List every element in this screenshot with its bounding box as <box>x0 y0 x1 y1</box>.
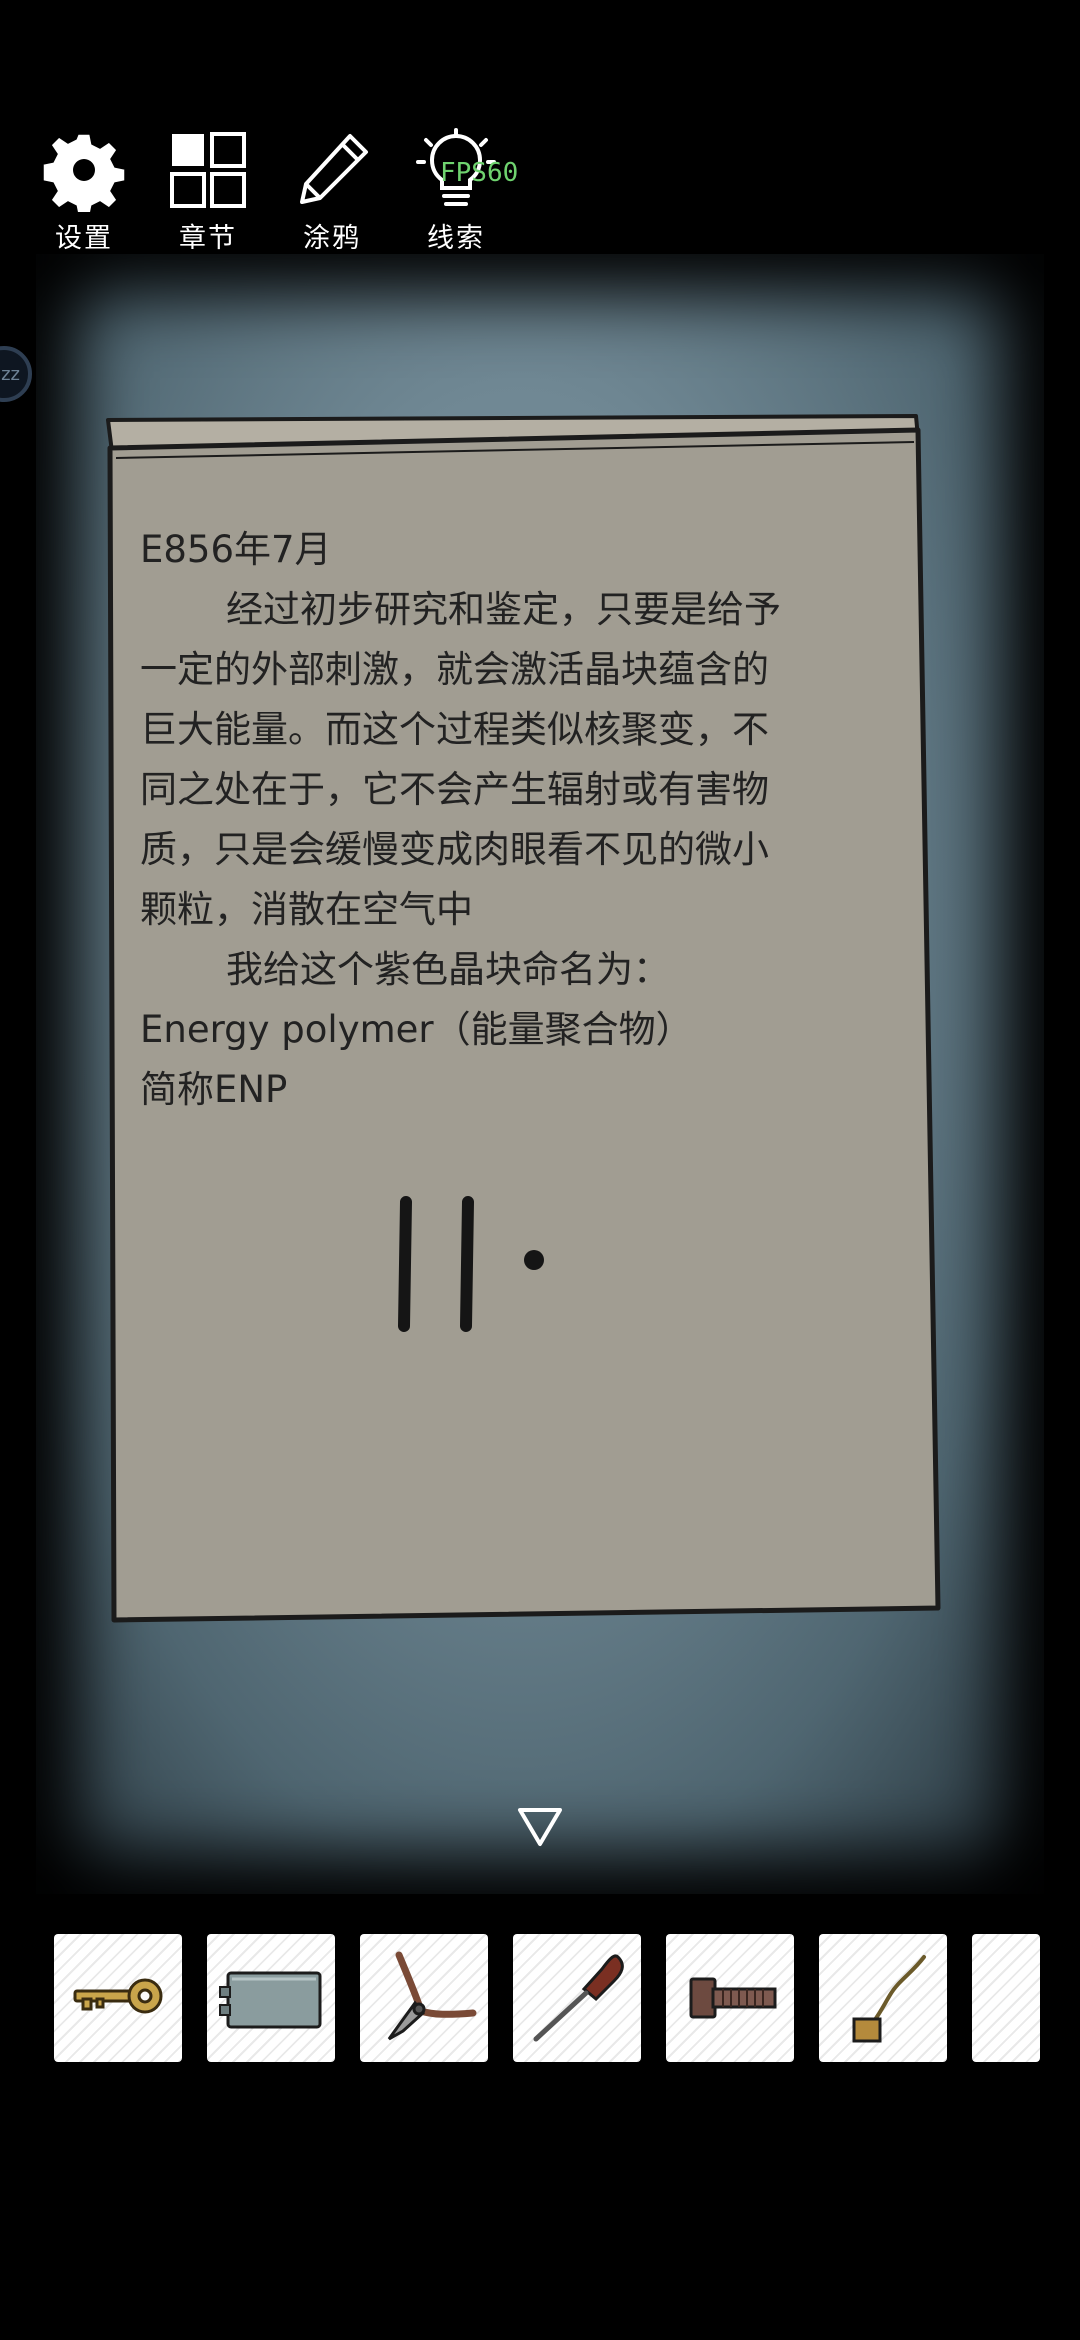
pliers-icon <box>387 1951 477 2041</box>
grid-icon <box>170 132 246 208</box>
inventory-slot[interactable] <box>54 1934 182 2062</box>
note-line: 颗粒，消散在空气中 <box>140 888 473 931</box>
gear-icon <box>42 133 126 212</box>
doodle-button[interactable]: 涂鸦 <box>288 128 376 255</box>
inventory-slot[interactable] <box>819 1934 947 2062</box>
note-line: 我给这个紫色晶块命名为： <box>226 948 670 991</box>
inventory-slot[interactable] <box>666 1934 794 2062</box>
hints-label: 线索 <box>427 223 485 254</box>
chapters-label: 章节 <box>179 223 237 254</box>
chapters-button[interactable]: 章节 <box>164 128 252 255</box>
note-text: E856年7月 经过初步研究和鉴定，只要是给予 一定的外部刺激，就会激活晶块蕴含… <box>140 520 880 1120</box>
inventory-slot[interactable] <box>513 1934 641 2062</box>
battery-icon <box>219 1971 322 2029</box>
note-line: 巨大能量。而这个过程类似核聚变，不 <box>140 708 769 751</box>
inventory-bar <box>54 1934 1044 2062</box>
settings-label: 设置 <box>55 223 113 254</box>
note-date: E856年7月 <box>140 528 332 571</box>
wire-icon <box>852 1955 926 2043</box>
down-arrow-icon[interactable] <box>516 1806 564 1848</box>
note-line: 经过初步研究和鉴定，只要是给予 <box>226 588 781 631</box>
settings-button[interactable]: 设置 <box>40 128 128 255</box>
inventory-slot[interactable] <box>207 1934 335 2062</box>
top-toolbar: 设置 章节 涂鸦 线索 <box>40 128 500 255</box>
hints-button[interactable]: 线索 <box>412 128 500 255</box>
inventory-slot-empty[interactable] <box>972 1934 1040 2062</box>
inventory-slot[interactable] <box>360 1934 488 2062</box>
doodle-label: 涂鸦 <box>303 223 361 254</box>
note-line: 一定的外部刺激，就会激活晶块蕴含的 <box>140 648 769 691</box>
pencil-icon <box>300 134 368 204</box>
key-icon <box>73 1978 163 2014</box>
note-line-abbrev: 简称ENP <box>140 1068 288 1111</box>
note-line: 质，只是会缓慢变成肉眼看不见的微小 <box>140 828 769 871</box>
tally-symbol <box>398 1196 544 1332</box>
fps-counter: FPS60 <box>440 158 519 188</box>
side-floating-button[interactable]: zz <box>0 346 32 402</box>
bolt-icon <box>689 1977 777 2019</box>
note-line: 同之处在于，它不会产生辐射或有害物 <box>140 768 769 811</box>
screwdriver-icon <box>533 1954 624 2042</box>
note-line-english: Energy polymer（能量聚合物） <box>140 1008 693 1051</box>
